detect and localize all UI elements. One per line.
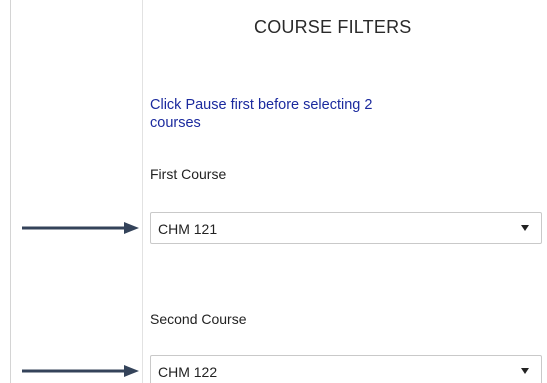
second-course-label: Second Course — [150, 311, 247, 327]
arrow-right-icon — [22, 222, 139, 234]
course-filters-screen: COURSE FILTERS Click Pause first before … — [0, 0, 547, 383]
first-course-label: First Course — [150, 166, 227, 182]
arrow-right-icon — [22, 365, 139, 377]
pause-notice: Click Pause first before selecting 2 cou… — [150, 97, 373, 131]
second-course-select[interactable]: CHM 122 — [150, 355, 542, 383]
first-course-value: CHM 121 — [158, 221, 218, 237]
caret-down-icon — [521, 368, 529, 374]
caret-down-icon — [521, 225, 529, 231]
panel-title: COURSE FILTERS — [254, 17, 412, 37]
second-course-value: CHM 122 — [158, 364, 218, 380]
left-page-border — [10, 0, 11, 383]
first-course-select[interactable]: CHM 121 — [150, 212, 542, 244]
